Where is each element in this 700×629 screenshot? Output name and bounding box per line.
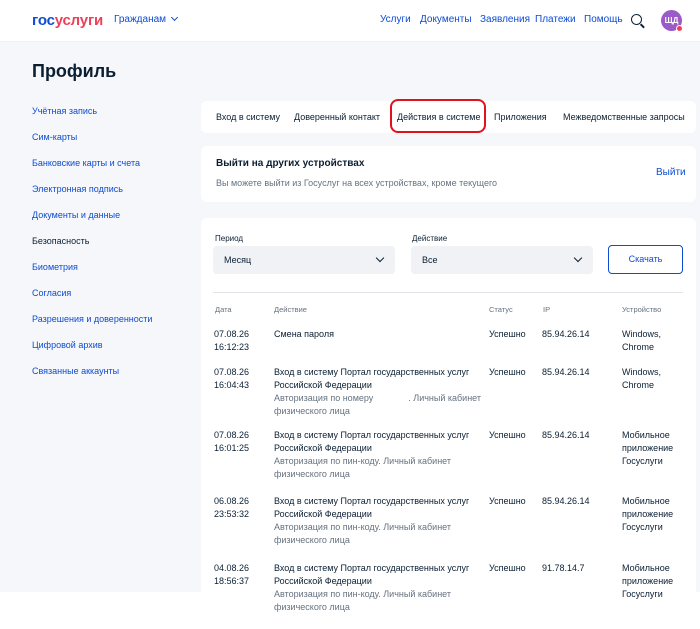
sidebar-item-e-signature[interactable]: Электронная подпись — [32, 184, 123, 194]
tab-login[interactable]: Вход в систему — [216, 112, 280, 122]
row-device: Chrome — [622, 380, 655, 390]
logout-title: Выйти на других устройствах — [216, 158, 365, 169]
row-action: Вход в систему Портал государственных ус… — [274, 496, 470, 506]
divider — [213, 292, 683, 293]
row-status: Успешно — [489, 329, 526, 339]
page-title: Профиль — [32, 61, 117, 81]
row-action: Вход в систему Портал государственных ус… — [274, 367, 470, 377]
row-action: Смена пароля — [274, 329, 334, 339]
row-status: Успешно — [489, 430, 526, 440]
row-device: Мобильное — [622, 430, 670, 440]
tab-interagency-requests[interactable]: Межведомственные запросы — [563, 112, 685, 122]
active-tab-highlight — [390, 99, 486, 133]
row-action: Российской Федерации — [274, 443, 372, 453]
sidebar-item-sim-cards[interactable]: Сим-карты — [32, 132, 77, 142]
row-time: 16:12:23 — [214, 342, 250, 352]
notification-dot-icon — [676, 25, 683, 32]
row-action-detail: Авторизация по пин-коду. Личный кабинет — [274, 522, 451, 532]
row-action-detail: физического лица — [274, 535, 350, 545]
sidebar-item-documents[interactable]: Документы и данные — [32, 210, 120, 220]
logout-button[interactable]: Выйти — [656, 167, 686, 178]
row-action-detail: Авторизация по пин-коду. Личный кабинет — [274, 456, 451, 466]
sidebar-item-account[interactable]: Учётная запись — [32, 106, 97, 116]
row-device: Windows, — [622, 329, 662, 339]
row-action: Вход в систему Портал государственных ус… — [274, 430, 470, 440]
row-action-detail: Авторизация по номеру . Личный кабинет — [274, 393, 482, 403]
row-ip: 85.94.26.14 — [542, 430, 590, 440]
row-time: 16:04:43 — [214, 380, 250, 390]
nav-documents[interactable]: Документы — [420, 14, 472, 25]
row-device: Госуслуги — [622, 589, 663, 599]
row-action-detail: физического лица — [274, 406, 350, 416]
column-header-date: Дата — [215, 305, 232, 314]
nav-services[interactable]: Услуги — [380, 14, 411, 25]
row-date: 07.08.26 — [214, 430, 250, 440]
sidebar-item-biometrics[interactable]: Биометрия — [32, 262, 78, 272]
row-action-detail: Авторизация по пин-коду. Личный кабинет — [274, 589, 451, 599]
row-action-detail: физического лица — [274, 602, 350, 612]
sidebar-item-security[interactable]: Безопасность — [32, 236, 89, 246]
column-header-device: Устройство — [622, 305, 662, 314]
row-device: приложение — [622, 443, 674, 453]
row-device: Госуслуги — [622, 522, 663, 532]
row-date: 04.08.26 — [214, 563, 250, 573]
row-ip: 91.78.14.7 — [542, 563, 585, 573]
row-status: Успешно — [489, 367, 526, 377]
chevron-down-icon — [375, 253, 385, 263]
row-device: Мобильное — [622, 496, 670, 506]
logout-description: Вы можете выйти из Госуслуг на всех устр… — [216, 178, 498, 188]
sidebar-item-digital-archive[interactable]: Цифровой архив — [32, 340, 103, 350]
row-time: 18:56:37 — [214, 576, 250, 586]
tab-applications[interactable]: Приложения — [494, 112, 547, 122]
nav-help[interactable]: Помощь — [584, 14, 623, 25]
sidebar-item-permissions[interactable]: Разрешения и доверенности — [32, 314, 152, 324]
row-device: приложение — [622, 576, 674, 586]
chevron-down-icon — [170, 13, 179, 22]
row-time: 23:53:32 — [214, 509, 250, 519]
nav-payments[interactable]: Платежи — [535, 14, 576, 25]
sidebar-item-bank-cards[interactable]: Банковские карты и счета — [32, 158, 140, 168]
row-ip: 85.94.26.14 — [542, 496, 590, 506]
row-date: 07.08.26 — [214, 367, 250, 377]
row-device: Windows, — [622, 367, 662, 377]
row-action-detail: физического лица — [274, 469, 350, 479]
row-device: приложение — [622, 509, 674, 519]
gosuslugi-logo[interactable]: госуслуги — [32, 12, 103, 29]
chevron-down-icon — [573, 253, 583, 263]
row-date: 07.08.26 — [214, 329, 250, 339]
column-header-ip: IP — [543, 305, 551, 314]
actions-log-card: Период Месяц Действие Все Скачать Дата Д… — [201, 218, 696, 629]
row-action: Российской Федерации — [274, 509, 372, 519]
column-header-action: Действие — [274, 305, 307, 314]
sidebar-item-linked-accounts[interactable]: Связанные аккаунты — [32, 366, 119, 376]
row-ip: 85.94.26.14 — [542, 329, 590, 339]
action-select[interactable]: Все — [411, 246, 593, 274]
nav-applications[interactable]: Заявления — [480, 14, 530, 25]
column-header-status: Статус — [489, 305, 513, 314]
row-time: 16:01:25 — [214, 443, 250, 453]
period-select[interactable]: Месяц — [213, 246, 395, 274]
tab-trusted-contact[interactable]: Доверенный контакт — [294, 112, 380, 122]
row-status: Успешно — [489, 563, 526, 573]
row-date: 06.08.26 — [214, 496, 250, 506]
row-ip: 85.94.26.14 — [542, 367, 590, 377]
top-header: госуслуги Гражданам Услуги Документы Зая… — [0, 0, 700, 42]
row-action: Российской Федерации — [274, 380, 372, 390]
row-action: Вход в систему Портал государственных ус… — [274, 563, 470, 573]
period-label: Период — [215, 234, 244, 243]
row-status: Успешно — [489, 496, 526, 506]
row-device: Мобильное — [622, 563, 670, 573]
download-button[interactable]: Скачать — [608, 245, 683, 274]
row-action: Российской Федерации — [274, 576, 372, 586]
search-icon[interactable] — [631, 14, 642, 25]
audience-dropdown[interactable]: Гражданам — [114, 13, 179, 25]
sidebar-item-consents[interactable]: Согласия — [32, 288, 71, 298]
row-device: Chrome — [622, 342, 655, 352]
row-device: Госуслуги — [622, 456, 663, 466]
logout-other-devices-card: Выйти на других устройствах Вы можете вы… — [201, 146, 696, 202]
action-label: Действие — [412, 234, 448, 243]
